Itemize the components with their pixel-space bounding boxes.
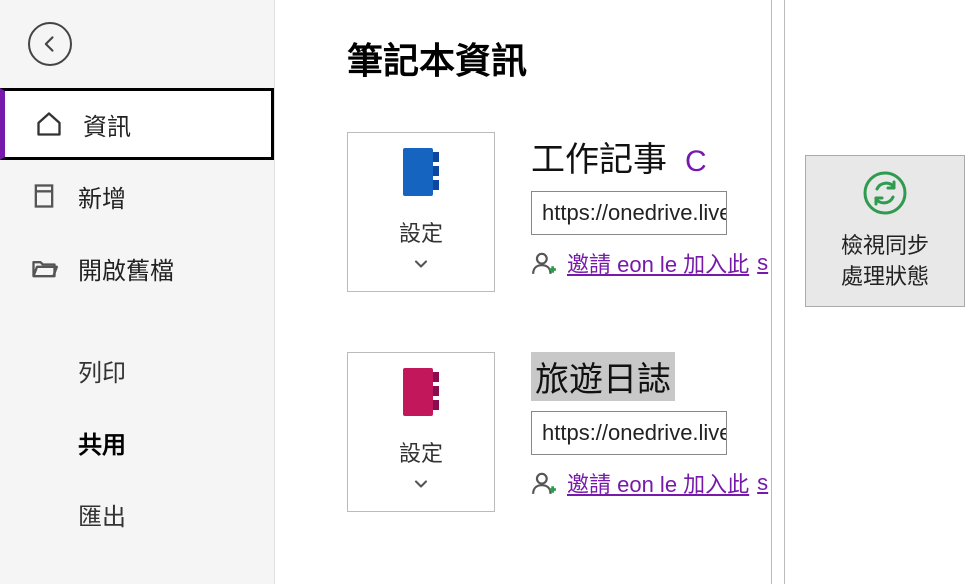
sync-icon	[861, 169, 909, 217]
sync-label-line1: 檢視同步	[841, 231, 929, 262]
new-page-icon	[28, 180, 60, 212]
notebook-title: 工作記事	[531, 132, 667, 181]
notebook-settings-button[interactable]: 設定	[347, 132, 495, 292]
notebook-url-text: https://onedrive.live.com	[542, 420, 727, 446]
chevron-down-icon	[411, 254, 431, 279]
nav-label: 共用	[78, 425, 126, 460]
back-button[interactable]	[28, 22, 72, 66]
person-add-icon	[531, 470, 557, 496]
chevron-down-icon	[411, 474, 431, 499]
notebook-icon	[399, 146, 443, 198]
nav-item-open[interactable]: 開啟舊檔	[0, 232, 274, 304]
view-sync-status-button[interactable]: 檢視同步 處理狀態	[805, 155, 965, 307]
folder-open-icon	[28, 252, 60, 284]
nav-item-share[interactable]: 共用	[0, 406, 274, 478]
settings-label: 設定	[399, 436, 443, 468]
invite-text: 邀請 eon le 加入此	[567, 467, 749, 499]
notebook-title: 旅遊日誌	[531, 352, 675, 401]
settings-label: 設定	[399, 216, 443, 248]
nav-label: 匯出	[78, 497, 126, 532]
nav-label: 開啟舊檔	[78, 251, 174, 286]
page-title: 筆記本資訊	[347, 32, 978, 84]
notebook-extra-text: C	[685, 145, 707, 179]
nav-item-print[interactable]: 列印	[0, 334, 274, 406]
nav-label: 資訊	[83, 107, 131, 142]
invite-text: 邀請 eon le 加入此	[567, 247, 749, 279]
notebook-row: 設定 旅遊日誌 https://onedrive.live.com 邀請 eon…	[347, 352, 978, 512]
nav-item-export[interactable]: 匯出	[0, 478, 274, 550]
notebook-settings-button[interactable]: 設定	[347, 352, 495, 512]
nav-item-new[interactable]: 新增	[0, 160, 274, 232]
arrow-left-icon	[40, 34, 60, 54]
notebook-icon	[399, 366, 443, 418]
person-add-icon	[531, 250, 557, 276]
nav-item-info[interactable]: 資訊	[0, 88, 274, 160]
notebook-url-field[interactable]: https://onedrive.live.com	[531, 191, 727, 235]
invite-link[interactable]: 邀請 eon le 加入此 s	[531, 467, 978, 499]
home-icon	[33, 108, 65, 140]
nav-label: 新增	[78, 179, 126, 214]
notebook-url-text: https://onedrive.live.com	[542, 200, 727, 226]
nav-label: 列印	[78, 353, 126, 388]
main-content: 筆記本資訊 設定 工作記事 C https://onedrive.live.co…	[275, 0, 978, 584]
backstage-sidebar: 資訊 新增 開啟舊檔 列印 共用 匯出	[0, 0, 275, 584]
sync-label-line2: 處理狀態	[841, 262, 929, 293]
notebook-url-field[interactable]: https://onedrive.live.com	[531, 411, 727, 455]
